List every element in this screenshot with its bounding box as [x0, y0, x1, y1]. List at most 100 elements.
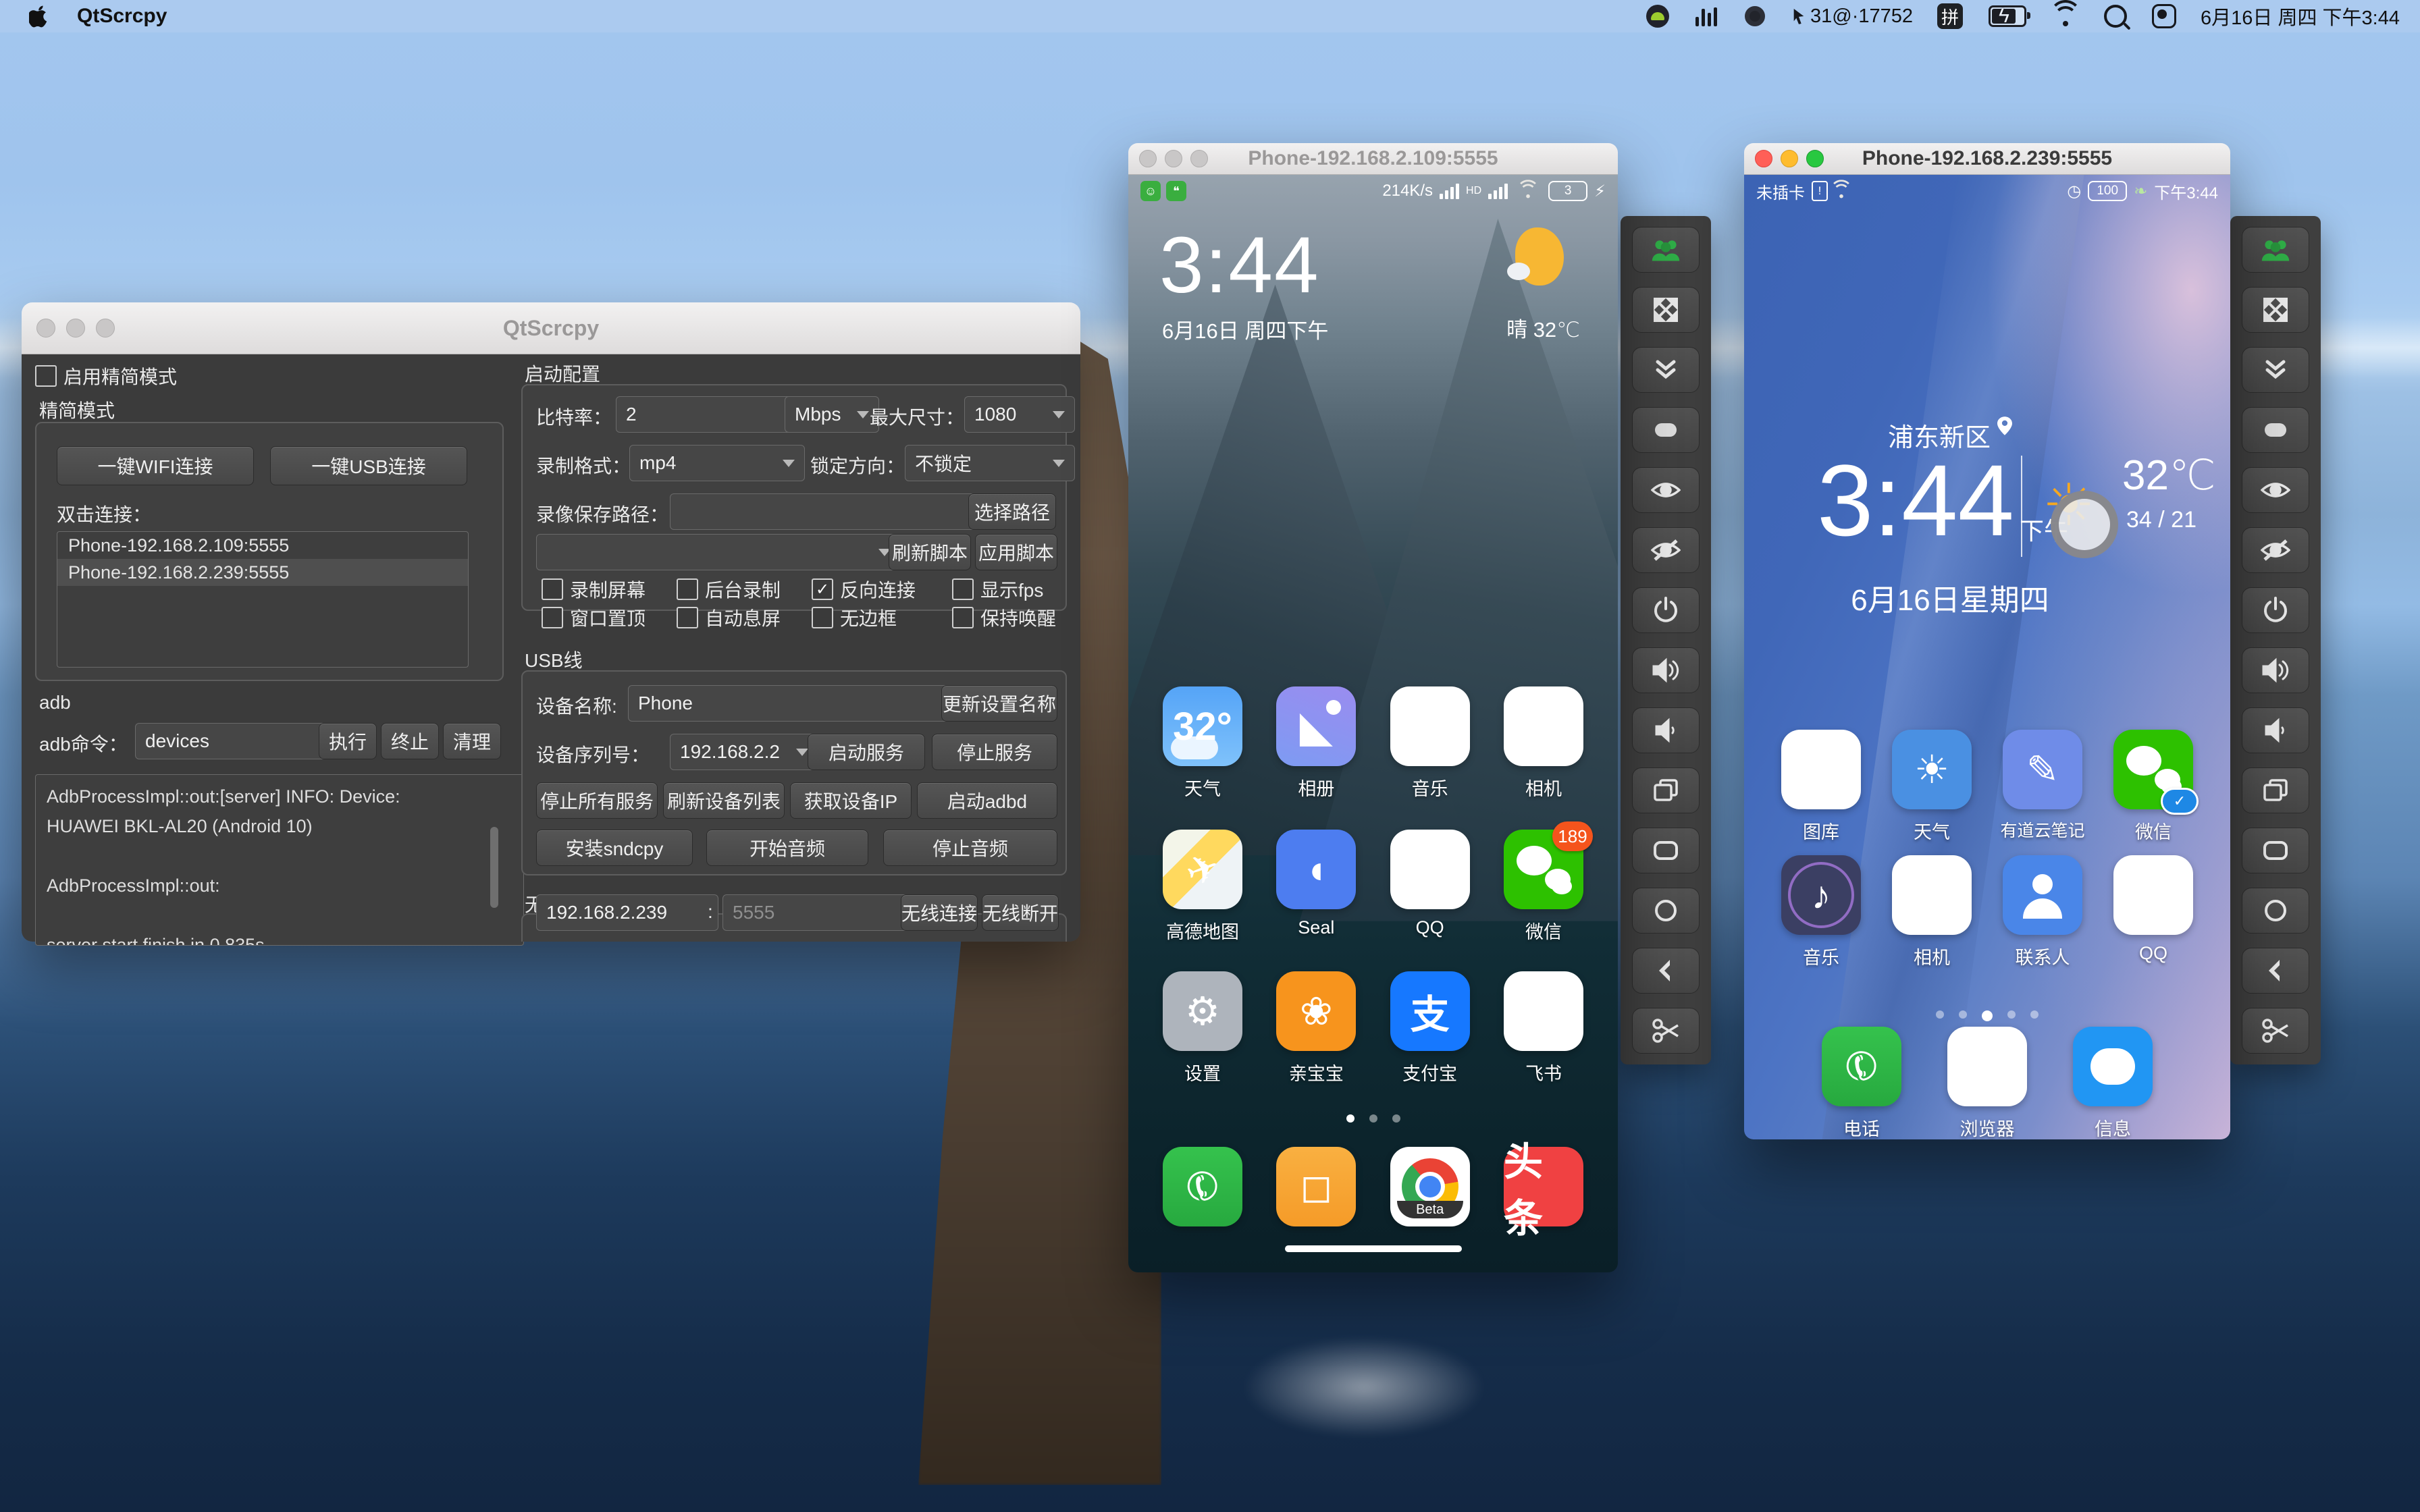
volume-up-icon[interactable] [1632, 647, 1700, 693]
script-combo[interactable] [536, 534, 901, 570]
stop-all-button[interactable]: 停止所有服务 [536, 782, 658, 819]
device-list-item[interactable]: Phone-192.168.2.109:5555 [57, 532, 468, 559]
apply-script-button[interactable]: 应用脚本 [975, 534, 1057, 570]
start-audio-button[interactable]: 开始音频 [706, 830, 868, 866]
dock-messages-app[interactable]: 信息 [2070, 1027, 2156, 1139]
dock-phone-app[interactable]: ✆电话 [1818, 1027, 1905, 1139]
bitrate-input[interactable]: 2 [616, 396, 798, 433]
touch-display-icon[interactable] [2242, 407, 2309, 453]
dock-messages-app[interactable]: ◻ [1273, 1147, 1359, 1226]
screen-on-icon[interactable] [2242, 467, 2309, 513]
app-youdao-note[interactable]: ✎有道云笔记 [1999, 730, 2086, 844]
wifi-connect-button[interactable]: 一键WIFI连接 [57, 446, 254, 485]
app-weather[interactable]: 32°天气 [1159, 686, 1246, 801]
back-icon[interactable] [2242, 948, 2309, 994]
app-qq[interactable]: ♟QQ [1387, 830, 1473, 944]
volume-down-icon[interactable] [1632, 707, 1700, 753]
clean-button[interactable]: 清理 [443, 723, 501, 759]
screen-on-icon[interactable] [1632, 467, 1700, 513]
checkbox-keep-awake[interactable]: 保持唤醒 [952, 604, 1056, 631]
dock-browser-app[interactable]: ⊕浏览器 [1944, 1027, 2030, 1139]
simple-mode-checkbox[interactable]: 启用精简模式 [35, 362, 177, 389]
phone2-screen[interactable]: 未插卡 ! ◷ 100 ❧ 下午3:44 浦东新区 3:44下午 ☀ 32℃ 3… [1744, 175, 2230, 1139]
spotlight-search-icon[interactable] [2103, 4, 2128, 28]
android-status-icon[interactable] [1646, 4, 1670, 28]
fullscreen-icon[interactable] [1632, 287, 1700, 333]
log-scrollbar[interactable] [490, 827, 498, 908]
terminate-button[interactable]: 终止 [381, 723, 439, 759]
max-size-combo[interactable]: 1080 [964, 396, 1075, 433]
wireless-connect-button[interactable]: 无线连接 [901, 894, 978, 931]
notification-pull-icon[interactable] [2242, 347, 2309, 393]
stop-service-button[interactable]: 停止服务 [932, 734, 1057, 770]
start-adbd-button[interactable]: 启动adbd [917, 782, 1057, 819]
app-camera[interactable]: ◉相机 [1889, 855, 1975, 969]
screenshot-icon[interactable] [2242, 767, 2309, 813]
start-service-button[interactable]: 启动服务 [808, 734, 925, 770]
get-ip-button[interactable]: 获取设备IP [790, 782, 912, 819]
choose-path-button[interactable]: 选择路径 [968, 493, 1056, 530]
dock-toutiao-app[interactable]: 头条 [1500, 1147, 1587, 1226]
device-list[interactable]: Phone-192.168.2.109:5555 Phone-192.168.2… [57, 531, 469, 668]
checkbox-record-screen[interactable]: 录制屏幕 [542, 576, 646, 603]
screenshot-icon[interactable] [1632, 767, 1700, 813]
control-window-titlebar[interactable]: QtScrcpy [22, 302, 1080, 354]
checkbox-reverse-connect[interactable]: ✓反向连接 [812, 576, 916, 603]
checkbox-bg-record[interactable]: 后台录制 [677, 576, 781, 603]
app-qinbaobao[interactable]: ❀亲宝宝 [1273, 971, 1359, 1085]
bitrate-unit-combo[interactable]: Mbps [785, 396, 879, 433]
control-center-icon[interactable] [2152, 4, 2176, 28]
device-name-input[interactable]: Phone [628, 685, 953, 722]
app-camera[interactable]: ◉相机 [1500, 686, 1587, 801]
phone1-screen[interactable]: ☺ ❝ 214K/s HD 3 ⚡ 3:44 6月16日 周四下午 晴 32℃ … [1128, 175, 1618, 1272]
record-format-combo[interactable]: mp4 [629, 445, 805, 481]
record-path-input[interactable] [670, 493, 980, 530]
apple-menu-icon[interactable] [27, 4, 51, 28]
app-settings[interactable]: ⚙设置 [1159, 971, 1246, 1085]
menubar-clock[interactable]: 6月16日 周四 下午3:44 [2201, 2, 2400, 30]
app-seal[interactable]: ◖Seal [1273, 830, 1359, 944]
stop-audio-button[interactable]: 停止音频 [883, 830, 1057, 866]
app-switch-icon[interactable] [1632, 828, 1700, 873]
app-switch-icon[interactable] [2242, 828, 2309, 873]
wireless-ip-input[interactable]: 192.168.2.239 [536, 894, 718, 931]
checkbox-always-top[interactable]: 窗口置顶 [542, 604, 646, 631]
app-weather[interactable]: ☀天气 [1889, 730, 1975, 844]
adb-cmd-input[interactable]: devices [135, 723, 331, 759]
back-icon[interactable] [1632, 948, 1700, 994]
pointer-counter[interactable]: 31@·17752 [1791, 5, 1913, 28]
dock-chrome-beta-app[interactable]: Beta [1387, 1147, 1473, 1226]
app-music[interactable]: ♪音乐 [1387, 686, 1473, 801]
wireless-port-input[interactable]: 5555 [722, 894, 912, 931]
home-icon[interactable] [2242, 888, 2309, 934]
group-control-icon[interactable] [2242, 227, 2309, 273]
battery-icon[interactable]: ϟ [1987, 4, 2028, 28]
app-wechat[interactable]: 189微信 [1500, 830, 1587, 944]
app-contacts[interactable]: 联系人 [1999, 855, 2086, 969]
record-status-icon[interactable] [1743, 4, 1767, 28]
clipboard-cut-icon[interactable] [1632, 1008, 1700, 1054]
app-music[interactable]: ♪音乐 [1778, 855, 1864, 969]
app-feishu[interactable]: ◥飞书 [1500, 971, 1587, 1085]
wifi-icon[interactable] [2052, 5, 2079, 27]
install-sndcpy-button[interactable]: 安装sndcpy [536, 830, 693, 866]
home-indicator[interactable] [1285, 1245, 1462, 1252]
app-qq[interactable]: ♟QQ [2110, 855, 2197, 969]
device-list-item-selected[interactable]: Phone-192.168.2.239:5555 [57, 559, 468, 586]
app-alipay[interactable]: 支支付宝 [1387, 971, 1473, 1085]
audio-bars-icon[interactable] [1694, 6, 1718, 26]
adb-log-output[interactable]: AdbProcessImpl::out:[server] INFO: Devic… [35, 774, 524, 946]
home-icon[interactable] [1632, 888, 1700, 934]
touch-display-icon[interactable] [1632, 407, 1700, 453]
phone1-titlebar[interactable]: Phone-192.168.2.109:5555 [1128, 143, 1618, 175]
checkbox-frameless[interactable]: 无边框 [812, 604, 897, 631]
assistive-ball[interactable] [2051, 491, 2118, 558]
screen-off-icon[interactable] [2242, 527, 2309, 573]
input-method-icon[interactable]: 拼 [1937, 3, 1963, 29]
app-wechat[interactable]: ✓微信 [2110, 730, 2197, 844]
phone2-titlebar[interactable]: Phone-192.168.2.239:5555 [1744, 143, 2230, 175]
dock-phone-app[interactable]: ✆ [1159, 1147, 1246, 1226]
serial-combo[interactable]: 192.168.2.2 [670, 734, 818, 770]
notification-pull-icon[interactable] [1632, 347, 1700, 393]
update-name-button[interactable]: 更新设置名称 [941, 685, 1057, 722]
